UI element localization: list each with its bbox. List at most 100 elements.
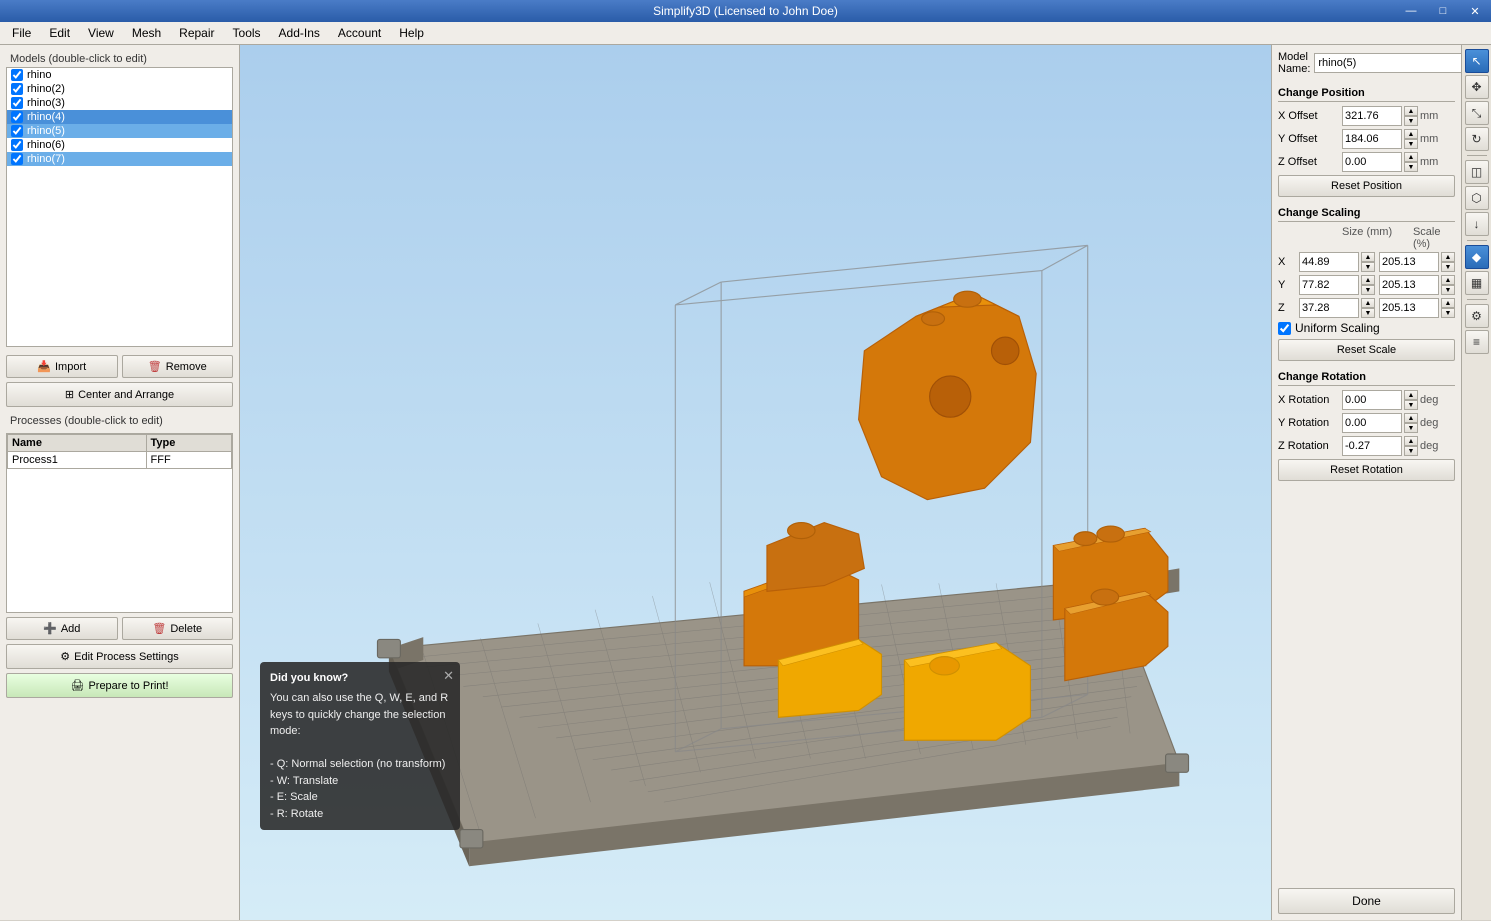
import-button[interactable]: 📥 Import [6,355,118,378]
x-rotation-up[interactable]: ▲ [1404,390,1418,400]
menu-help[interactable]: Help [391,24,432,42]
x-size-down[interactable]: ▼ [1361,262,1375,272]
reset-scale-button[interactable]: Reset Scale [1278,339,1455,361]
y-size-up[interactable]: ▲ [1361,275,1375,285]
process-name: Process1 [8,452,147,469]
z-rotation-input[interactable] [1342,436,1402,456]
cube-select-button[interactable]: ▦ [1465,271,1489,295]
model-checkbox-4[interactable] [11,111,23,123]
paint-tool-button[interactable]: ◆ [1465,245,1489,269]
y-scale-down[interactable]: ▼ [1441,285,1455,295]
z-rotation-row: Z Rotation ▲ ▼ deg [1278,436,1455,456]
x-scale-up[interactable]: ▲ [1441,252,1455,262]
edit-process-button[interactable]: ⚙ Edit Process Settings [6,644,233,669]
maximize-button[interactable]: □ [1427,0,1459,22]
reset-position-button[interactable]: Reset Position [1278,175,1455,197]
object-tool-button[interactable]: ⬡ [1465,186,1489,210]
mirror-tool-button[interactable]: ◫ [1465,160,1489,184]
x-size-input[interactable] [1299,252,1359,272]
x-pct-input-group: ▲ ▼ [1379,252,1455,272]
model-checkbox-5[interactable] [11,125,23,137]
x-offset-down[interactable]: ▼ [1404,116,1418,126]
x-scale-down[interactable]: ▼ [1441,262,1455,272]
prepare-print-button[interactable]: 🖨 Prepare to Print! [6,673,233,698]
minimize-button[interactable]: — [1395,0,1427,22]
model-label-3: rhino(3) [27,97,65,109]
menu-view[interactable]: View [80,24,122,42]
add-button[interactable]: ➕ Add [6,617,118,640]
x-scale-input[interactable] [1379,252,1439,272]
move-tool-button[interactable]: ✥ [1465,75,1489,99]
center-arrange-button[interactable]: ⊞ Center and Arrange [6,382,233,407]
menu-tools[interactable]: Tools [225,24,269,42]
x-rotation-down[interactable]: ▼ [1404,400,1418,410]
y-offset-up[interactable]: ▲ [1404,129,1418,139]
model-item-rhino3[interactable]: rhino(3) [7,96,232,110]
menu-account[interactable]: Account [330,24,389,42]
right-toolbar: ↖ ✥ ⤡ ↻ ◫ ⬡ ↓ ◆ ▦ ⚙ ≡ [1461,45,1491,920]
menu-edit[interactable]: Edit [41,24,78,42]
model-item-rhino1[interactable]: rhino [7,68,232,82]
change-scaling-group: Change Scaling Size (mm) Scale (%) X ▲ ▼ [1278,207,1455,361]
model-item-rhino6[interactable]: rhino(6) [7,138,232,152]
drop-tool-button[interactable]: ↓ [1465,212,1489,236]
remove-button[interactable]: 🗑 Remove [122,355,234,378]
z-offset-up[interactable]: ▲ [1404,152,1418,162]
z-scale-up[interactable]: ▲ [1441,298,1455,308]
model-checkbox-1[interactable] [11,69,23,81]
x-offset-input[interactable] [1342,106,1402,126]
y-scale-input[interactable] [1379,275,1439,295]
z-scale-input[interactable] [1379,298,1439,318]
table-row[interactable]: Process1 FFF [8,452,232,469]
left-panel: Models (double-click to edit) rhino rhin… [0,45,240,920]
model-item-rhino4[interactable]: rhino(4) [7,110,232,124]
model-checkbox-3[interactable] [11,97,23,109]
z-size-input[interactable] [1299,298,1359,318]
menu-repair[interactable]: Repair [171,24,222,42]
model-item-rhino2[interactable]: rhino(2) [7,82,232,96]
uniform-scaling-checkbox[interactable] [1278,322,1291,335]
y-rotation-down[interactable]: ▼ [1404,423,1418,433]
viewport[interactable]: ✕ Did you know? You can also use the Q, … [240,45,1271,920]
model-checkbox-7[interactable] [11,153,23,165]
tooltip-close-button[interactable]: ✕ [443,666,454,686]
y-offset-input[interactable] [1342,129,1402,149]
z-offset-input[interactable] [1342,152,1402,172]
menu-file[interactable]: File [4,24,39,42]
x-rotation-input[interactable] [1342,390,1402,410]
model-item-rhino5[interactable]: rhino(5) [7,124,232,138]
x-size-up[interactable]: ▲ [1361,252,1375,262]
y-rotation-input[interactable] [1342,413,1402,433]
z-rotation-up[interactable]: ▲ [1404,436,1418,446]
y-size-input[interactable] [1299,275,1359,295]
done-button[interactable]: Done [1278,888,1455,914]
resize-tool-button[interactable]: ⤡ [1465,101,1489,125]
menu-addins[interactable]: Add-Ins [271,24,328,42]
pointer-tool-button[interactable]: ↖ [1465,49,1489,73]
process-list[interactable]: Name Type Process1 FFF [6,433,233,613]
model-list[interactable]: rhino rhino(2) rhino(3) rhino(4) rhino(5… [6,67,233,347]
y-rotation-up[interactable]: ▲ [1404,413,1418,423]
layers-tool-button[interactable]: ≡ [1465,330,1489,354]
z-size-up[interactable]: ▲ [1361,298,1375,308]
z-offset-down[interactable]: ▼ [1404,162,1418,172]
model-checkbox-2[interactable] [11,83,23,95]
model-checkbox-6[interactable] [11,139,23,151]
z-size-down[interactable]: ▼ [1361,308,1375,318]
rotate-tool-button[interactable]: ↻ [1465,127,1489,151]
y-scale-up[interactable]: ▲ [1441,275,1455,285]
x-offset-up[interactable]: ▲ [1404,106,1418,116]
y-offset-down[interactable]: ▼ [1404,139,1418,149]
menu-mesh[interactable]: Mesh [124,24,169,42]
z-scale-down[interactable]: ▼ [1441,308,1455,318]
close-button[interactable]: ✕ [1459,0,1491,22]
model-item-rhino7[interactable]: rhino(7) [7,152,232,166]
delete-icon: 🗑 [152,622,166,635]
delete-button[interactable]: 🗑 Delete [122,617,234,640]
model-name-input[interactable] [1314,53,1464,73]
reset-rotation-button[interactable]: Reset Rotation [1278,459,1455,481]
toolbar-separator-3 [1467,299,1487,300]
settings-tool-button[interactable]: ⚙ [1465,304,1489,328]
y-size-down[interactable]: ▼ [1361,285,1375,295]
z-rotation-down[interactable]: ▼ [1404,446,1418,456]
